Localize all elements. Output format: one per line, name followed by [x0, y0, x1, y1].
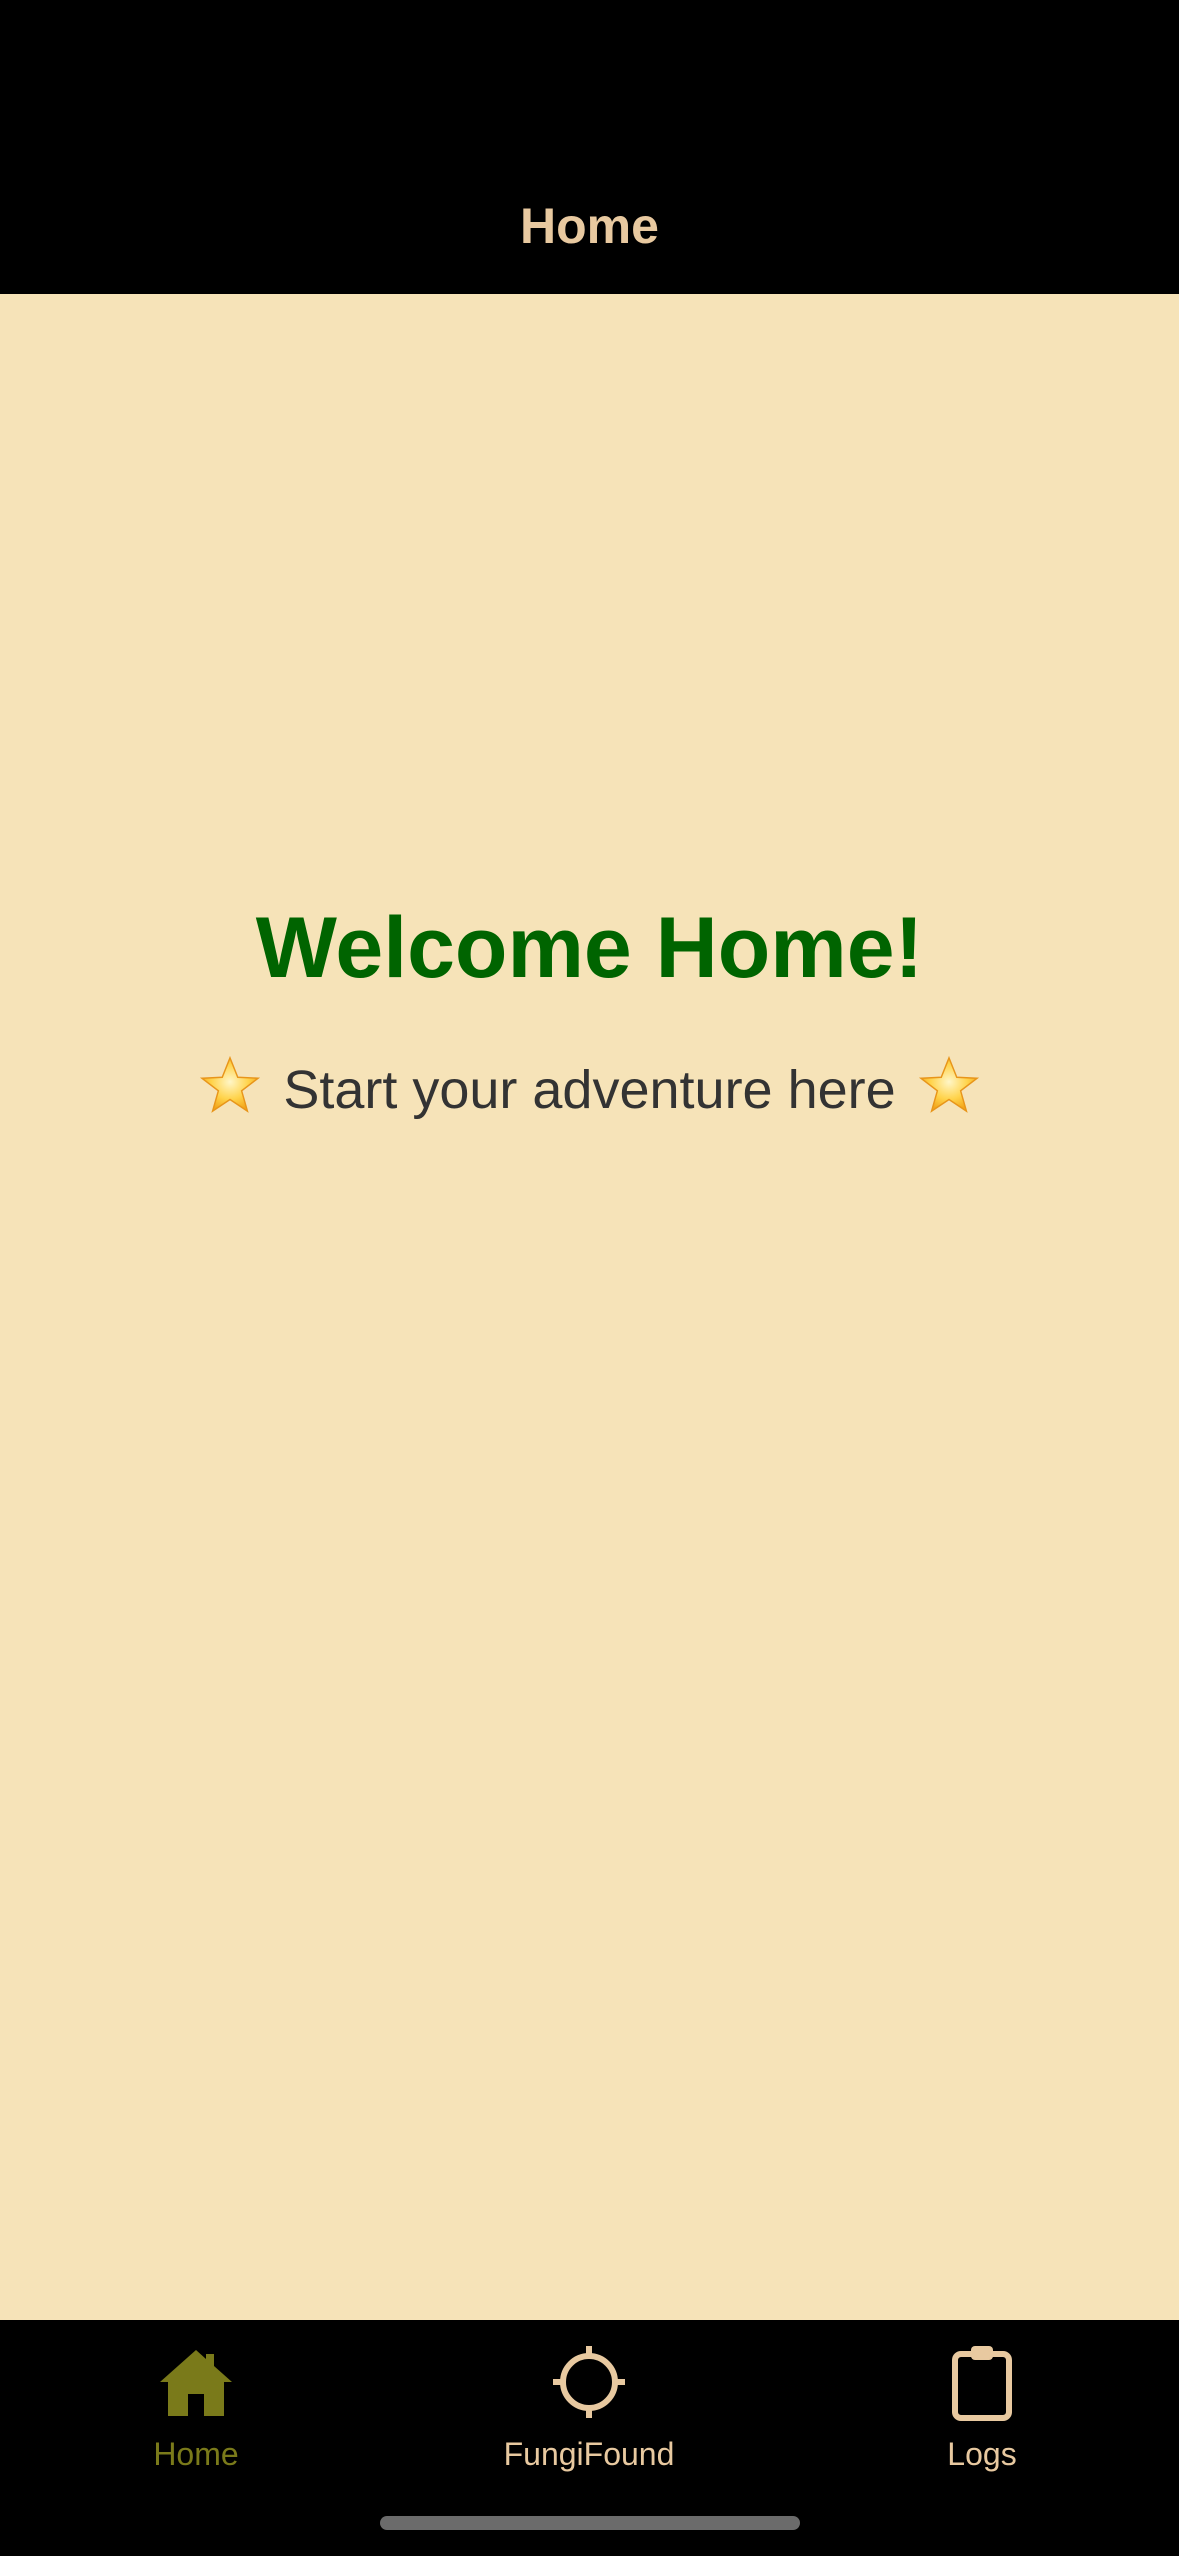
home-content — [0, 294, 1179, 2320]
tab-fungifound[interactable]: FungiFound — [469, 2342, 709, 2482]
tab-home-label: Home — [153, 2436, 239, 2472]
clipboard-icon — [952, 2346, 1012, 2421]
house-icon — [160, 2350, 232, 2416]
app-screen: Home Welcome Home! Start your adventure … — [0, 0, 1179, 2556]
page-title: Home — [520, 198, 659, 254]
home-indicator[interactable] — [380, 2516, 800, 2530]
tab-fungifound-label: FungiFound — [503, 2436, 675, 2472]
tab-logs[interactable]: Logs — [862, 2342, 1102, 2482]
navigation-header: Home — [0, 0, 1179, 294]
subtitle-line: Start your adventure here — [0, 1054, 1179, 1125]
star-icon — [200, 1055, 261, 1113]
tab-logs-label: Logs — [947, 2436, 1017, 2472]
welcome-heading: Welcome Home! — [255, 900, 924, 996]
tab-home[interactable]: Home — [76, 2342, 316, 2482]
crosshair-icon — [553, 2346, 625, 2418]
subtitle-text: Start your adventure here — [283, 1060, 896, 1120]
star-icon — [918, 1055, 979, 1113]
